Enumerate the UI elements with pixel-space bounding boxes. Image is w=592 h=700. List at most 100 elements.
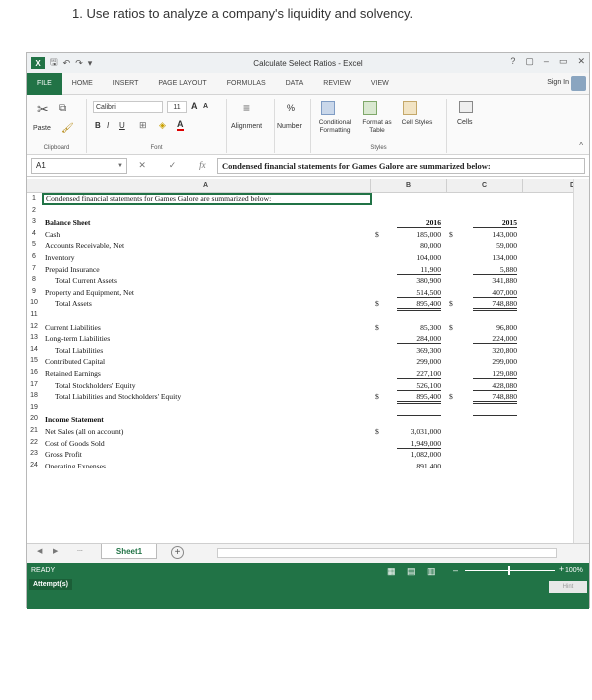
cell-c[interactable]: 299,000 [473,357,517,366]
tab-file[interactable]: FILE [27,72,62,95]
font-size-select[interactable]: 11 [167,101,187,113]
cell-a[interactable]: Net Sales (all on account) [45,427,123,436]
scroll-tabs-left-icon[interactable]: ◀ [37,547,42,555]
row-number[interactable]: 19 [27,404,41,411]
grow-font-button[interactable]: A [191,101,198,111]
cell-c[interactable]: 341,880 [473,276,517,285]
enter-icon[interactable]: ✓ [169,160,177,171]
cell-styles-icon[interactable] [403,101,417,115]
chevron-down-icon[interactable]: ▼ [117,163,123,169]
tab-home[interactable]: HOME [62,73,103,95]
format-as-table-icon[interactable] [363,101,377,115]
font-color-icon[interactable]: A [177,120,184,131]
cell-a[interactable]: Balance Sheet [45,218,90,227]
cell-a[interactable]: Total Stockholders' Equity [55,381,136,390]
row-number[interactable]: 23 [27,450,41,457]
row-number[interactable]: 14 [27,346,41,353]
spreadsheet-grid[interactable]: A B C D 1Condensed financial statements … [27,179,589,563]
cell-c[interactable]: 59,000 [473,241,517,250]
format-as-table-button[interactable]: Format as Table [357,119,397,135]
cell-c[interactable]: 224,000 [473,334,517,345]
row-number[interactable]: 17 [27,381,41,388]
row-number[interactable]: 11 [27,311,41,318]
cell-a[interactable]: Cash [45,230,60,239]
cell-b[interactable]: 369,300 [397,346,441,355]
name-box[interactable]: A1 ▼ [31,157,127,174]
alignment-button[interactable]: Alignment [231,123,262,130]
row-number[interactable]: 20 [27,415,41,422]
borders-icon[interactable]: ⊞ [139,120,147,131]
sheet-tab-sheet1[interactable]: Sheet1 [101,544,157,559]
select-all-corner[interactable] [27,179,41,193]
cell-b[interactable]: 2016 [397,218,441,229]
sign-in-link[interactable]: Sign In [547,79,569,86]
row-number[interactable]: 18 [27,392,41,399]
bold-button[interactable]: B [95,121,101,130]
cell-b[interactable]: 891,400 [397,462,441,468]
cell-b[interactable]: 526,100 [397,381,441,391]
row-number[interactable]: 12 [27,323,41,330]
avatar[interactable] [571,76,586,91]
zoom-slider-thumb[interactable] [508,566,510,575]
cell-c[interactable]: 5,880 [473,265,517,275]
cell-c[interactable]: 320,800 [473,346,517,355]
tab-formulas[interactable]: FORMULAS [217,73,276,95]
column-header-c[interactable]: C [447,179,523,193]
help-button[interactable]: ? [510,56,515,67]
row-number[interactable]: 13 [27,334,41,341]
percent-icon[interactable]: % [287,103,295,113]
cell-a[interactable]: Contributed Capital [45,357,105,366]
cell-a[interactable]: Gross Profit [45,450,82,459]
paste-button[interactable]: Paste [33,125,51,132]
cell-c[interactable] [473,415,517,417]
conditional-formatting-icon[interactable] [321,101,335,115]
minimize-button[interactable]: – [544,56,549,67]
row-number[interactable]: 4 [27,230,41,237]
italic-button[interactable]: I [107,121,109,130]
insert-function-icon[interactable]: fx [199,160,206,171]
cell-c[interactable]: 96,800 [473,323,517,332]
format-painter-icon[interactable]: 🖌 [61,123,74,134]
cell-styles-button[interactable]: Cell Styles [397,119,437,127]
redo-icon[interactable]: ↷ [75,58,83,69]
cell-a[interactable]: Prepaid Insurance [45,265,100,274]
cell-a[interactable]: Income Statement [45,415,104,424]
cell-a[interactable]: Current Liabilities [45,323,101,332]
alignment-icon[interactable]: ≡ [243,101,250,115]
cell-a[interactable]: Total Current Assets [55,276,117,285]
row-number[interactable]: 2 [27,207,41,214]
cell-a[interactable]: Property and Equipment, Net [45,288,134,297]
cell-c[interactable]: 2015 [473,218,517,229]
cell-a[interactable]: Total Liabilities and Stockholders' Equi… [55,392,181,401]
shrink-font-button[interactable]: A [203,103,208,110]
close-button[interactable]: ✕ [577,56,585,67]
tab-page-layout[interactable]: PAGE LAYOUT [148,73,216,95]
cell-b[interactable]: 1,949,000 [397,439,441,449]
normal-view-icon[interactable]: ▦ [387,566,396,577]
column-header-b[interactable]: B [371,179,447,193]
cell-c[interactable]: 129,080 [473,369,517,379]
collapse-ribbon-icon[interactable]: ^ [579,141,583,150]
cell-b[interactable]: 1,082,000 [397,450,441,459]
more-sheets-button[interactable]: ... [77,546,83,553]
cell-b[interactable] [397,415,441,417]
cell-b[interactable]: 3,031,000 [397,427,441,436]
cell-b[interactable]: 80,000 [397,241,441,250]
cut-icon[interactable]: ✂ [37,101,49,118]
cell-b[interactable]: 299,000 [397,357,441,366]
row-number[interactable]: 22 [27,439,41,446]
cell-a[interactable]: Total Liabilities [55,346,103,355]
cells-button[interactable]: Cells [457,119,473,126]
row-number[interactable]: 7 [27,265,41,272]
zoom-out-button[interactable]: – [453,565,458,575]
cell-a[interactable]: Operating Expenses [45,462,106,468]
horizontal-scrollbar[interactable] [217,548,557,558]
zoom-in-button[interactable]: + [559,564,564,574]
cell-b[interactable]: 185,000 [397,230,441,239]
cell-b[interactable]: 104,000 [397,253,441,262]
number-button[interactable]: Number [277,123,302,130]
cell-a[interactable]: Long-term Liabilities [45,334,110,343]
cell-c[interactable]: 143,000 [473,230,517,239]
tab-data[interactable]: DATA [276,73,314,95]
customize-qat-icon[interactable]: ▾ [88,58,93,69]
